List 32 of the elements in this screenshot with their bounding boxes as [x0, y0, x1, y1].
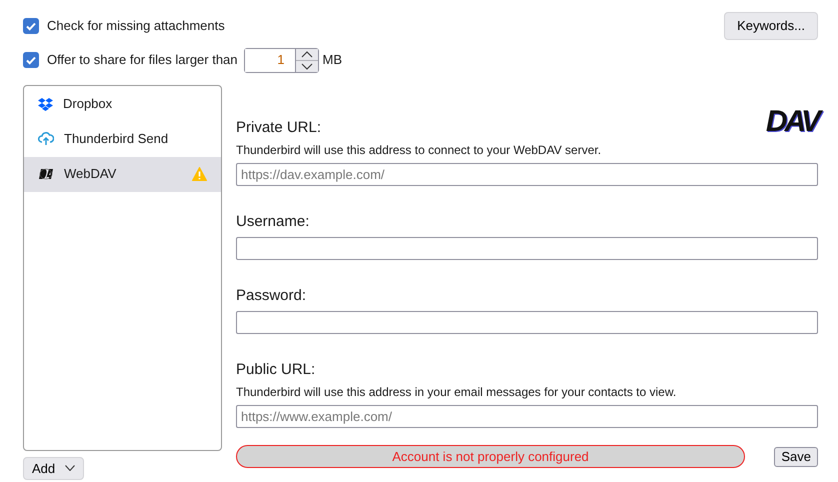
spin-up-button[interactable] [296, 48, 318, 60]
field-label: Password: [236, 286, 308, 305]
provider-item[interactable]: WebDAV [24, 156, 221, 192]
chevron-down-icon [300, 62, 313, 70]
chevron-down-icon [65, 465, 76, 472]
field-description: Thunderbird will use this address to connect to your WebDAV server. [236, 142, 602, 157]
add-button[interactable]: Add [23, 456, 84, 480]
input-field[interactable]: https://dav.example.com/ [236, 162, 818, 186]
chevron-up-icon [300, 50, 313, 58]
checkbox[interactable] [23, 18, 39, 34]
field-label: Public URL: [236, 360, 316, 379]
dav-icon [38, 168, 54, 180]
check-icon [25, 54, 37, 66]
provider-item[interactable]: Thunderbird Send [24, 122, 221, 157]
checkbox-label: Offer to share for files larger than [47, 52, 238, 68]
input-field[interactable] [236, 310, 818, 334]
unit-label: MB [322, 52, 342, 68]
input-field[interactable] [236, 236, 818, 260]
field-label: Username: [236, 212, 310, 231]
provider-item[interactable]: Dropbox [24, 86, 221, 122]
cloud-upload-icon [38, 132, 54, 146]
field-label: Private URL: [236, 118, 322, 137]
field-description: Thunderbird will use this address in your email messages for your contacts to view. [236, 384, 678, 400]
spin-down-button[interactable] [296, 60, 318, 72]
checkbox[interactable] [23, 52, 39, 68]
save-button[interactable]: Save [774, 447, 818, 467]
keywords-button[interactable]: Keywords... [724, 12, 818, 40]
dropbox-icon [38, 98, 53, 111]
input-field[interactable]: https://www.example.com/ [236, 405, 818, 428]
status-message: Account is not properly configured [236, 445, 745, 468]
number-spinner[interactable]: 1 [244, 48, 319, 73]
checkbox-label: Check for missing attachments [47, 18, 225, 34]
